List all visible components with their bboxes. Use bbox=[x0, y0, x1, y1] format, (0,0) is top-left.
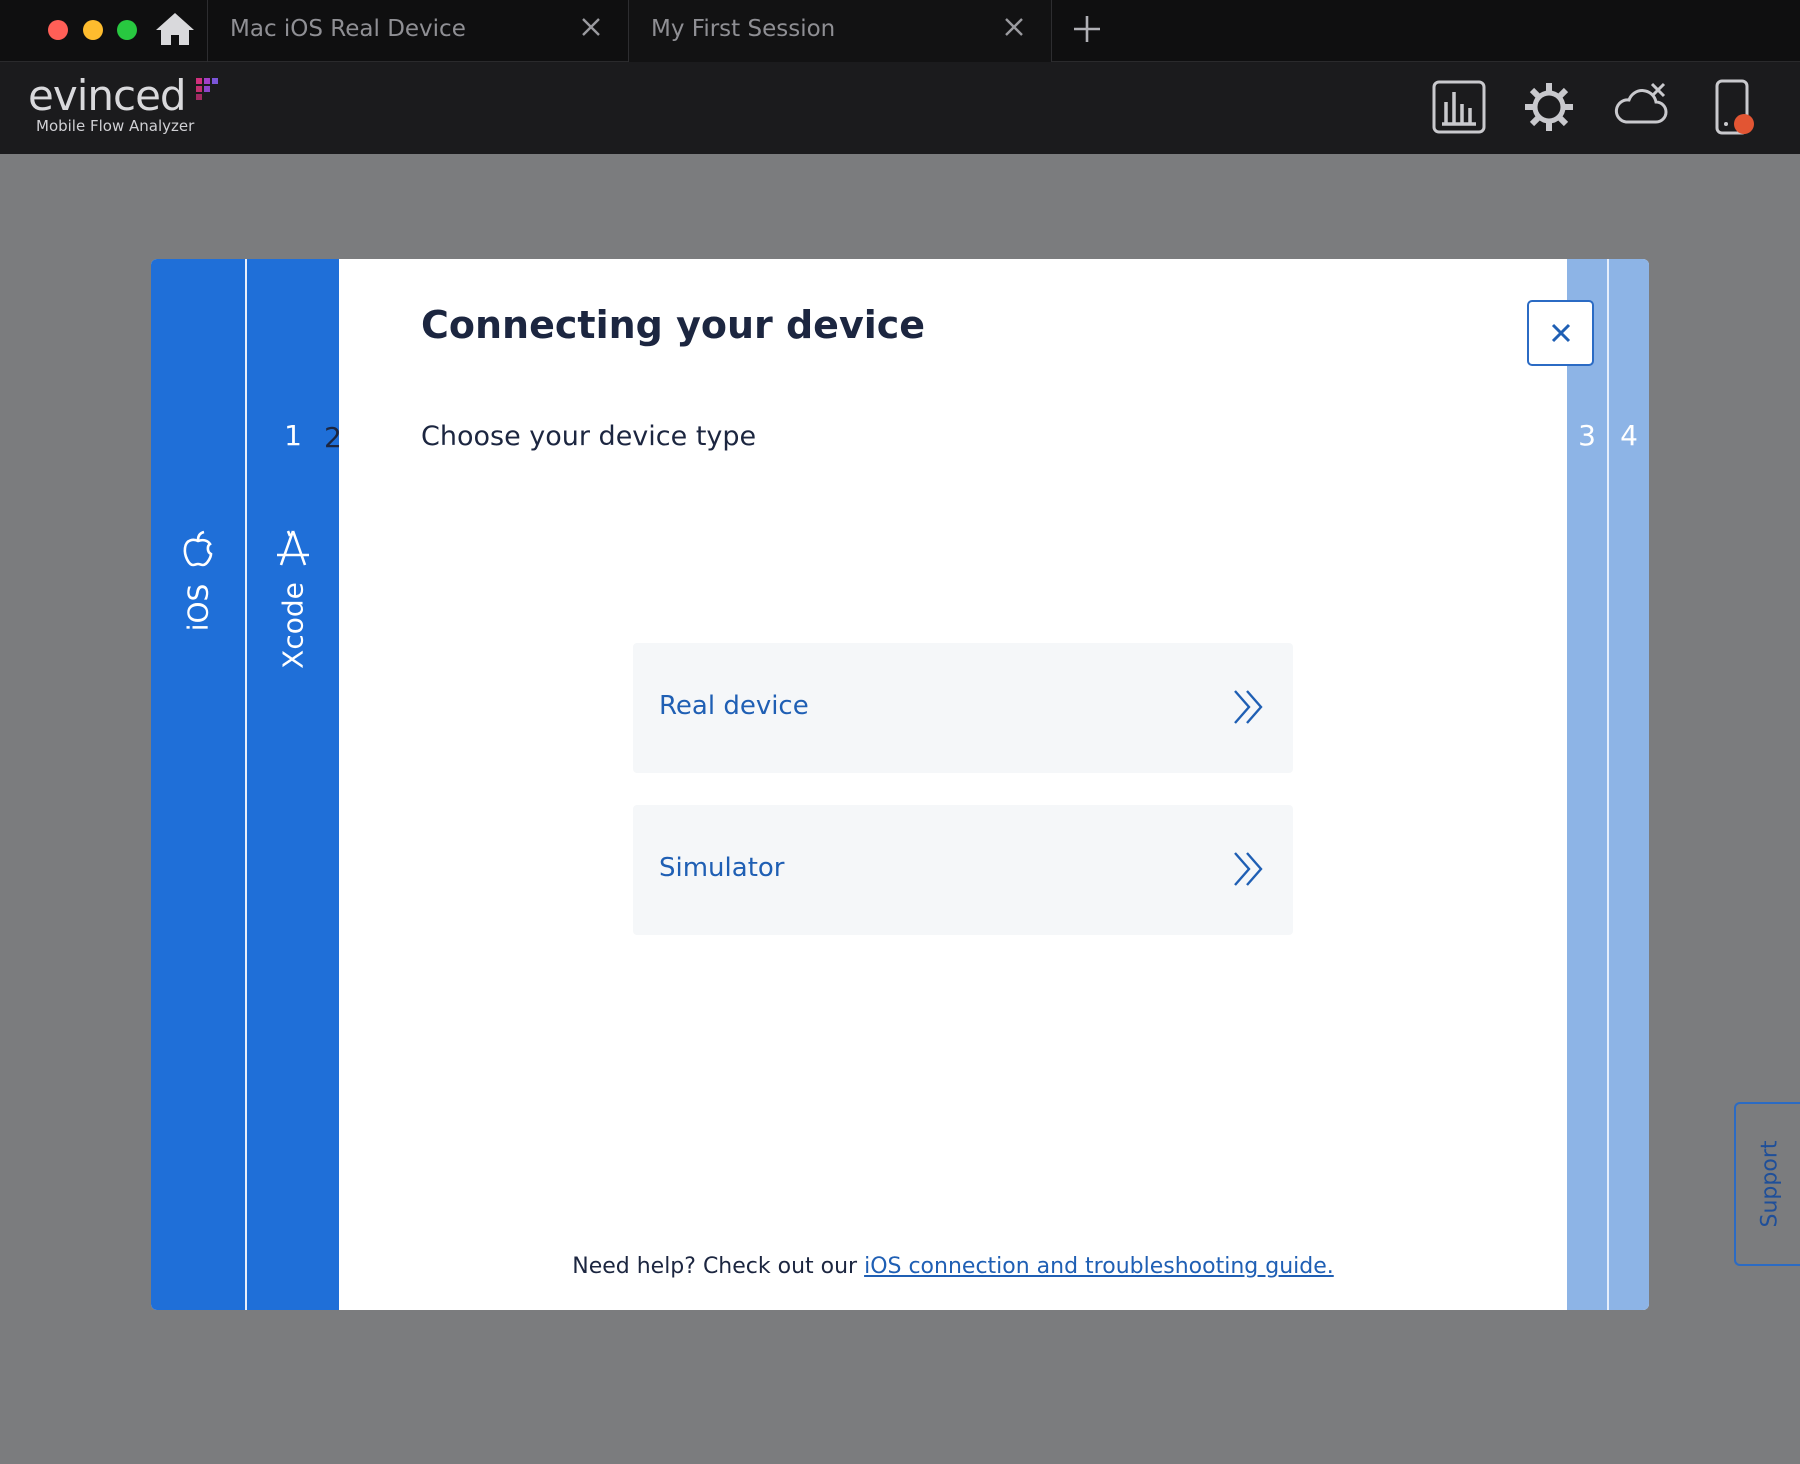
logo-text: evinced bbox=[28, 71, 187, 120]
tab-bar: Mac iOS Real Device My First Session bbox=[0, 0, 1800, 62]
modal-close-button[interactable] bbox=[1527, 300, 1594, 366]
double-chevron-right-icon bbox=[1234, 852, 1263, 886]
step-number: 3 bbox=[1578, 419, 1596, 452]
help-text: Need help? Check out our iOS connection … bbox=[339, 1254, 1567, 1279]
logo-dots-icon bbox=[196, 78, 218, 100]
cloud-disconnected-icon[interactable] bbox=[1612, 78, 1670, 136]
modal-title: Connecting your device bbox=[421, 303, 926, 347]
apple-icon bbox=[183, 530, 213, 567]
device-status-icon[interactable] bbox=[1704, 78, 1762, 136]
close-icon bbox=[1551, 323, 1570, 343]
xcode-app-store-icon bbox=[277, 530, 309, 566]
step-4[interactable]: 4 bbox=[1607, 259, 1649, 1310]
step-xcode[interactable]: 1 Xcode bbox=[245, 259, 339, 1310]
support-label: Support bbox=[1757, 1140, 1783, 1228]
tab-close-icon[interactable] bbox=[580, 16, 602, 38]
current-step-number: 2 bbox=[324, 421, 342, 454]
gear-icon[interactable] bbox=[1520, 78, 1578, 136]
simulator-option[interactable]: Simulator bbox=[633, 805, 1293, 935]
step-number: 4 bbox=[1620, 419, 1638, 452]
home-icon[interactable] bbox=[154, 10, 196, 48]
option-label: Real device bbox=[659, 691, 809, 721]
tab-close-icon[interactable] bbox=[1003, 16, 1025, 38]
app-header: evinced Mobile Flow Analyzer bbox=[0, 62, 1800, 154]
new-tab-plus-icon[interactable] bbox=[1072, 14, 1102, 44]
option-label: Simulator bbox=[659, 853, 785, 883]
double-chevron-right-icon bbox=[1234, 690, 1263, 724]
support-tab[interactable]: Support bbox=[1734, 1102, 1800, 1266]
tab-label: Mac iOS Real Device bbox=[230, 16, 466, 42]
step-3[interactable]: 3 bbox=[1567, 259, 1607, 1310]
modal-content: Connecting your device 2 Choose your dev… bbox=[324, 259, 1567, 1310]
step-ios[interactable]: iOS bbox=[151, 259, 245, 1310]
logo-subtitle: Mobile Flow Analyzer bbox=[36, 117, 195, 135]
window-close-button[interactable] bbox=[48, 20, 68, 40]
real-device-option[interactable]: Real device bbox=[633, 643, 1293, 773]
current-step-title: Choose your device type bbox=[421, 421, 757, 452]
window-minimize-button[interactable] bbox=[83, 20, 103, 40]
troubleshooting-guide-link[interactable]: iOS connection and troubleshooting guide… bbox=[864, 1254, 1334, 1279]
help-prefix: Need help? Check out our bbox=[572, 1254, 865, 1279]
tab-mac-ios-real-device[interactable]: Mac iOS Real Device bbox=[207, 0, 628, 62]
step-label: Xcode bbox=[276, 582, 310, 669]
tab-my-first-session[interactable]: My First Session bbox=[628, 0, 1052, 62]
analytics-icon[interactable] bbox=[1430, 78, 1488, 136]
connect-device-modal: iOS 1 Xcode Connecting your device 2 Cho… bbox=[151, 259, 1649, 1310]
step-label: iOS bbox=[181, 583, 215, 632]
tab-label: My First Session bbox=[651, 16, 836, 42]
window-zoom-button[interactable] bbox=[117, 20, 137, 40]
